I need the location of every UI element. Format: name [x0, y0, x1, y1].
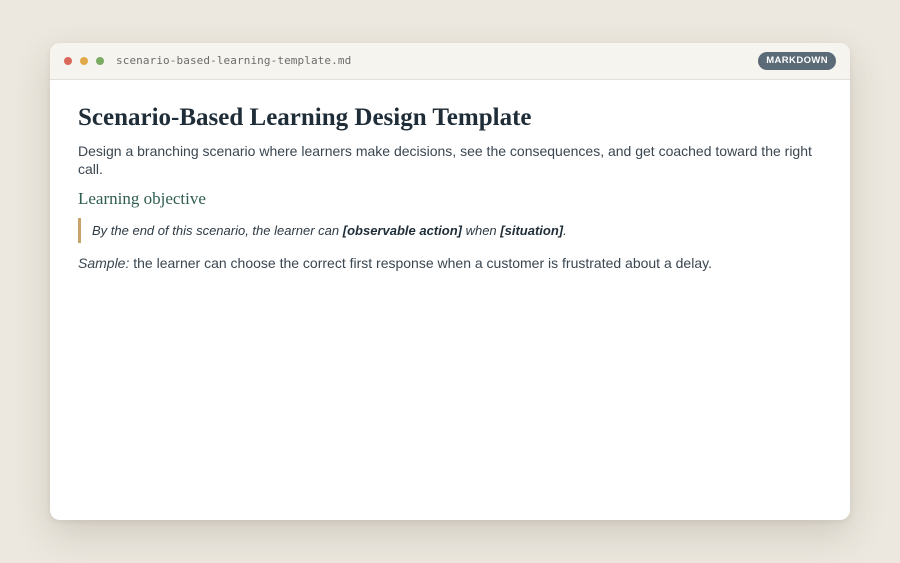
sample-text: the learner can choose the correct first… — [129, 255, 712, 271]
minimize-window-button[interactable] — [80, 57, 88, 65]
close-window-button[interactable] — [64, 57, 72, 65]
quote-prefix: By the end of this scenario, the learner… — [92, 223, 343, 238]
objective-blockquote: By the end of this scenario, the learner… — [78, 218, 822, 243]
quote-placeholder-action: [observable action] — [342, 223, 462, 238]
quote-middle: when — [461, 223, 501, 238]
sample-label: Sample: — [78, 255, 130, 271]
maximize-window-button[interactable] — [96, 57, 104, 65]
quote-placeholder-situation: [situation] — [500, 223, 564, 238]
sample-paragraph: Sample: the learner can choose the corre… — [78, 254, 822, 272]
intro-paragraph: Design a branching scenario where learne… — [78, 143, 812, 177]
window-titlebar: scenario-based-learning-template.md MARK… — [50, 43, 850, 80]
document-title: Scenario-Based Learning Design Template — [78, 104, 532, 131]
section-heading-learning-objective: Learning objective — [78, 189, 206, 208]
document-body: Scenario-Based Learning Design Template … — [50, 103, 850, 272]
markdown-preview-window: scenario-based-learning-template.md MARK… — [50, 43, 850, 520]
quote-suffix: . — [563, 223, 567, 238]
file-name: scenario-based-learning-template.md — [116, 54, 352, 67]
format-badge: MARKDOWN — [758, 52, 836, 70]
